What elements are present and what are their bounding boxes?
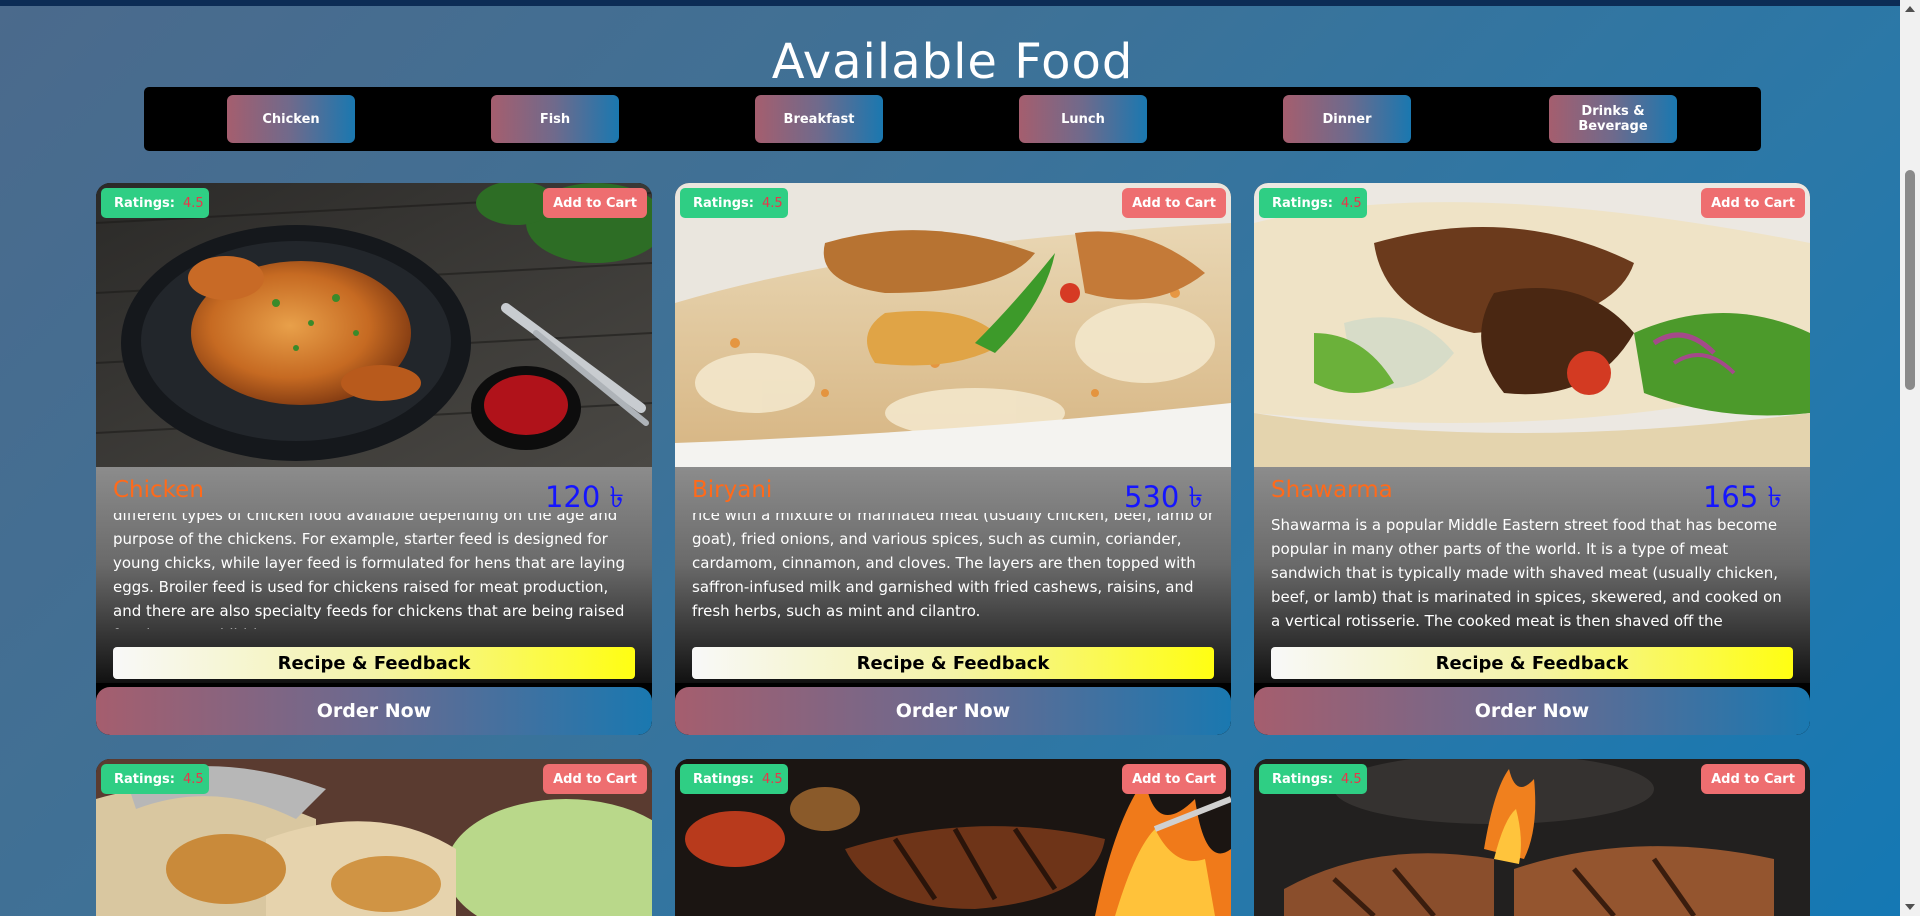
food-description-text: rice with a mixture of marinated meat (u…	[692, 513, 1214, 620]
add-to-cart-button[interactable]: Add to Cart	[1122, 188, 1226, 218]
food-name: Shawarma	[1271, 477, 1393, 503]
rating-badge: Ratings: 4.5	[101, 188, 209, 218]
rating-label: Ratings:	[114, 195, 175, 211]
rating-value: 4.5	[182, 195, 204, 211]
browser-top-edge	[0, 0, 1920, 6]
add-to-cart-button[interactable]: Add to Cart	[543, 188, 647, 218]
category-button-chicken[interactable]: Chicken	[227, 95, 355, 143]
add-to-cart-button[interactable]: Add to Cart	[1701, 188, 1805, 218]
recipe-feedback-button[interactable]: Recipe & Feedback	[692, 647, 1214, 679]
rating-badge: Ratings: 4.5	[1259, 764, 1367, 794]
food-description-text: different types of chicken food availabl…	[113, 513, 625, 629]
category-bar: Chicken Fish Breakfast Lunch Dinner Drin…	[144, 87, 1761, 151]
add-to-cart-button[interactable]: Add to Cart	[1701, 764, 1805, 794]
order-now-button[interactable]: Order Now	[1254, 687, 1810, 735]
vertical-scrollbar[interactable]	[1900, 0, 1920, 916]
food-description[interactable]: rice with a mixture of marinated meat (u…	[692, 513, 1214, 629]
rating-badge: Ratings: 4.5	[680, 188, 788, 218]
rating-label: Ratings:	[1272, 195, 1333, 211]
rating-value: 4.5	[182, 771, 204, 787]
add-to-cart-button[interactable]: Add to Cart	[1122, 764, 1226, 794]
food-image-shawarma	[1254, 183, 1810, 467]
food-name: Chicken	[113, 477, 204, 503]
rating-label: Ratings:	[1272, 771, 1333, 787]
rating-badge: Ratings: 4.5	[1259, 188, 1367, 218]
scroll-down-arrow-icon[interactable]	[1905, 904, 1915, 910]
food-name: Biryani	[692, 477, 773, 503]
rating-badge: Ratings: 4.5	[680, 764, 788, 794]
food-card-biryani: Ratings: 4.5 Add to Cart Biryani 530 ৳ r…	[675, 183, 1231, 735]
add-to-cart-button[interactable]: Add to Cart	[543, 764, 647, 794]
rating-value: 4.5	[761, 195, 783, 211]
rating-label: Ratings:	[693, 771, 754, 787]
food-card-steak: Ratings: 4.5 Add to Cart	[1254, 759, 1810, 916]
rating-value: 4.5	[1340, 771, 1362, 787]
category-button-breakfast[interactable]: Breakfast	[755, 95, 883, 143]
food-card-chicken: Ratings: 4.5 Add to Cart Chicken 120 ৳ d…	[96, 183, 652, 735]
rating-value: 4.5	[1340, 195, 1362, 211]
category-button-lunch[interactable]: Lunch	[1019, 95, 1147, 143]
order-now-button[interactable]: Order Now	[675, 687, 1231, 735]
page-title: Available Food	[771, 34, 1134, 91]
food-description[interactable]: Shawarma is a popular Middle Eastern str…	[1271, 513, 1793, 629]
food-image-biryani	[675, 183, 1231, 467]
food-card-shawarma: Ratings: 4.5 Add to Cart Shawarma 165 ৳ …	[1254, 183, 1810, 735]
order-now-button[interactable]: Order Now	[96, 687, 652, 735]
rating-label: Ratings:	[114, 771, 175, 787]
scrollbar-thumb[interactable]	[1905, 170, 1915, 390]
recipe-feedback-button[interactable]: Recipe & Feedback	[1271, 647, 1793, 679]
scroll-up-arrow-icon[interactable]	[1905, 6, 1915, 12]
rating-value: 4.5	[761, 771, 783, 787]
recipe-feedback-button[interactable]: Recipe & Feedback	[113, 647, 635, 679]
food-description[interactable]: different types of chicken food availabl…	[113, 513, 635, 629]
food-card-wrap: Ratings: 4.5 Add to Cart	[96, 759, 652, 916]
category-button-dinner[interactable]: Dinner	[1283, 95, 1411, 143]
rating-label: Ratings:	[693, 195, 754, 211]
food-description-text: Shawarma is a popular Middle Eastern str…	[1271, 516, 1782, 629]
food-image-chicken	[96, 183, 652, 467]
food-card-grill: Ratings: 4.5 Add to Cart	[675, 759, 1231, 916]
rating-badge: Ratings: 4.5	[101, 764, 209, 794]
category-button-drinks[interactable]: Drinks & Beverage	[1549, 95, 1677, 143]
category-button-fish[interactable]: Fish	[491, 95, 619, 143]
